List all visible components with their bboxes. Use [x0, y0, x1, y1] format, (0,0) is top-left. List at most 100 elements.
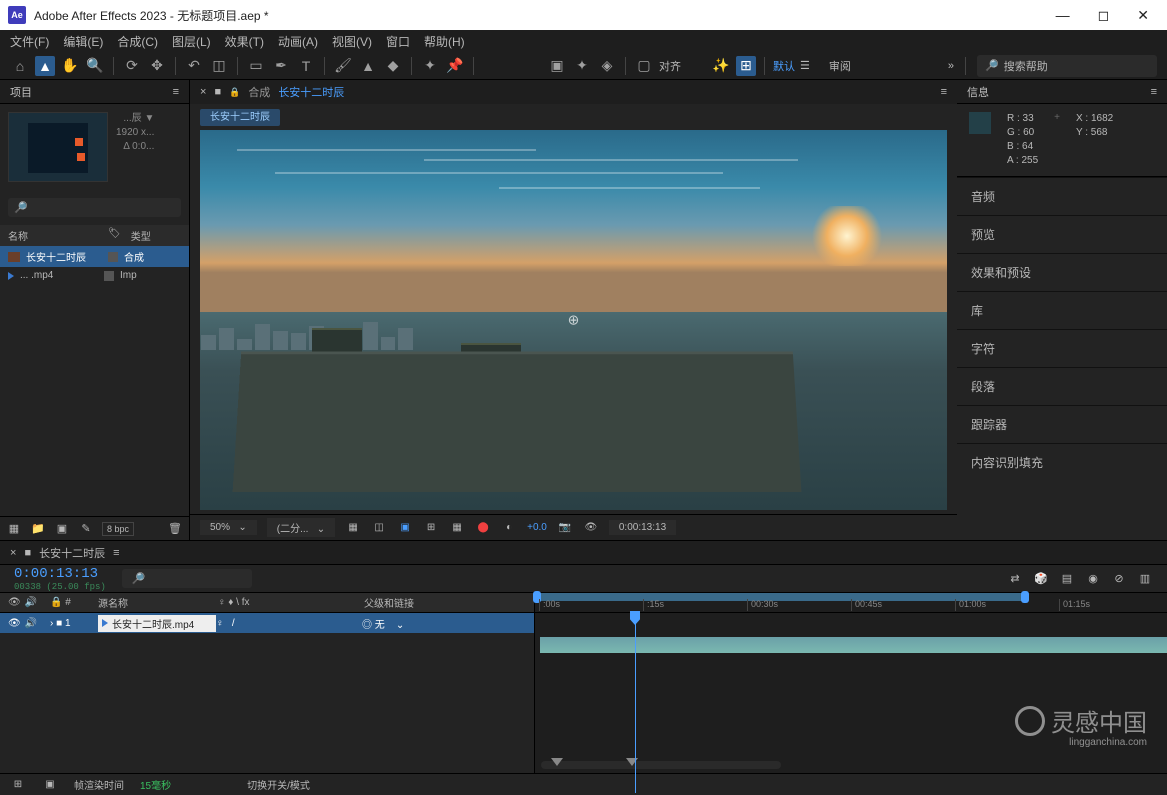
resolution-dropdown[interactable]: (二分... ⌄: [267, 518, 335, 537]
home-tool[interactable]: ⌂: [10, 56, 30, 76]
menu-animation[interactable]: 动画(A): [278, 33, 318, 50]
zoom-dropdown[interactable]: 50% ⌄: [200, 520, 257, 535]
open-comp-tab[interactable]: 长安十二时辰: [278, 84, 344, 100]
motion-blur-icon[interactable]: ⊘: [1111, 572, 1127, 585]
exposure-reset-icon[interactable]: ◐: [501, 522, 517, 533]
menu-view[interactable]: 视图(V): [332, 33, 372, 50]
project-item-comp[interactable]: 长安十二时辰 合成: [0, 246, 189, 267]
show-snapshot-icon[interactable]: 👁: [583, 522, 599, 533]
playhead[interactable]: [635, 613, 636, 793]
draft3d-icon[interactable]: 🎲: [1033, 572, 1049, 585]
shy-icon[interactable]: ▤: [1059, 572, 1075, 585]
timeline-tab[interactable]: 长安十二时辰: [39, 545, 105, 561]
zoom-tool[interactable]: 🔍: [85, 56, 105, 76]
region-icon[interactable]: ▣: [397, 522, 413, 533]
maximize-button[interactable]: ◻: [1098, 7, 1110, 24]
grid-icon[interactable]: ⊞: [423, 522, 439, 533]
switch-modes-button[interactable]: 切换开关/模式: [247, 777, 310, 792]
pan-behind-tool[interactable]: ✥: [147, 56, 167, 76]
timeline-tab-menu-icon[interactable]: ≡: [113, 547, 119, 559]
channel-icon[interactable]: ⬤: [475, 522, 491, 533]
new-comp-icon[interactable]: ▣: [54, 522, 70, 535]
menu-help[interactable]: 帮助(H): [424, 33, 465, 50]
workspace-menu-icon[interactable]: ☰: [800, 59, 810, 72]
menu-file[interactable]: 文件(F): [10, 33, 49, 50]
lock-column-icon[interactable]: 🔒: [50, 597, 62, 608]
new-folder-icon[interactable]: 📁: [30, 522, 46, 535]
hand-tool[interactable]: ✋: [60, 56, 80, 76]
snap-icon[interactable]: ✦: [572, 56, 592, 76]
workspace-default[interactable]: 默认: [773, 58, 795, 74]
comp-mini-flow-icon[interactable]: ⇄: [1007, 572, 1023, 585]
close-button[interactable]: ✕: [1137, 7, 1149, 24]
menu-effect[interactable]: 效果(T): [225, 33, 264, 50]
guides-icon[interactable]: ▦: [449, 522, 465, 533]
panel-libraries[interactable]: 库: [957, 291, 1167, 329]
menu-edit[interactable]: 编辑(E): [63, 33, 103, 50]
timecode-display[interactable]: 0:00:13:13: [14, 566, 106, 582]
toggle-switches-icon[interactable]: ⊞: [10, 779, 26, 790]
bpc-toggle[interactable]: 8 bpc: [102, 522, 134, 536]
mask-tool[interactable]: ◫: [209, 56, 229, 76]
type-tool[interactable]: T: [296, 56, 316, 76]
eraser-tool[interactable]: ◆: [383, 56, 403, 76]
timeline-zoom-slider[interactable]: [541, 761, 781, 769]
undo-icon[interactable]: ↶: [184, 56, 204, 76]
interpret-icon[interactable]: ▦: [6, 522, 22, 535]
roto-tool[interactable]: ✦: [420, 56, 440, 76]
lock-icon[interactable]: [229, 86, 240, 98]
panel-content-aware[interactable]: 内容识别填充: [957, 443, 1167, 481]
audio-column-icon[interactable]: 🔊: [25, 597, 37, 608]
close-comp-icon[interactable]: ×: [200, 86, 206, 98]
panel-effects-presets[interactable]: 效果和预设: [957, 253, 1167, 291]
color-settings-icon[interactable]: ✎: [78, 522, 94, 535]
workspace-overflow-icon[interactable]: »: [948, 60, 954, 72]
col-name[interactable]: 名称: [8, 228, 98, 243]
timeline-layer-row[interactable]: 🔊 › ■ 1 长安十二时辰.mp4 ♀ / ◎ 无 ⌄: [0, 613, 534, 633]
align-box-icon[interactable]: ▢: [634, 56, 654, 76]
search-help-input[interactable]: 🔎 搜索帮助: [977, 55, 1157, 77]
timeline-close-icon[interactable]: ×: [10, 547, 16, 559]
snapshot-icon[interactable]: 📷: [557, 522, 573, 533]
shape-overlay-icon[interactable]: ▣: [547, 56, 567, 76]
project-thumbnail[interactable]: [8, 112, 108, 182]
project-tab[interactable]: 项目: [10, 84, 32, 100]
orbit-tool[interactable]: ⟳: [122, 56, 142, 76]
composition-viewer[interactable]: ⊕: [200, 130, 947, 510]
frame-blend-icon[interactable]: ◉: [1085, 572, 1101, 585]
clone-tool[interactable]: ▲: [358, 56, 378, 76]
time-ruler[interactable]: :00s :15s 00:30s 00:45s 01:00s 01:15s: [535, 593, 1167, 613]
magic-icon[interactable]: ✨: [711, 56, 731, 76]
minimize-button[interactable]: —: [1056, 7, 1070, 24]
col-tag[interactable]: 🏷: [108, 228, 121, 243]
project-search-input[interactable]: 🔎: [8, 198, 181, 217]
pen-tool[interactable]: ✒: [271, 56, 291, 76]
brush-tool[interactable]: 🖌: [333, 56, 353, 76]
project-item-video[interactable]: ... .mp4 Imp: [0, 267, 189, 284]
puppet-tool[interactable]: 📌: [445, 56, 465, 76]
mask-toggle-icon[interactable]: ◫: [371, 522, 387, 533]
menu-window[interactable]: 窗口: [386, 33, 410, 50]
panel-audio[interactable]: 音频: [957, 177, 1167, 215]
eye-column-icon[interactable]: [8, 597, 21, 608]
workspace-review[interactable]: 审阅: [829, 58, 851, 74]
selection-tool[interactable]: ▲: [35, 56, 55, 76]
menu-layer[interactable]: 图层(L): [172, 33, 211, 50]
info-panel-tab[interactable]: 信息: [967, 84, 989, 100]
current-time-display[interactable]: 0:00:13:13: [609, 520, 676, 535]
col-source-name[interactable]: 源名称: [98, 595, 218, 610]
menu-composition[interactable]: 合成(C): [117, 33, 158, 50]
exposure-value[interactable]: +0.0: [527, 522, 547, 533]
comp-panel-menu-icon[interactable]: ≡: [941, 86, 947, 98]
comp-breadcrumb[interactable]: 长安十二时辰: [200, 109, 280, 126]
panel-paragraph[interactable]: 段落: [957, 367, 1167, 405]
panel-preview[interactable]: 预览: [957, 215, 1167, 253]
graph-editor-icon[interactable]: ▥: [1137, 572, 1153, 585]
panel-tracker[interactable]: 跟踪器: [957, 405, 1167, 443]
trash-icon[interactable]: 🗑: [167, 522, 183, 535]
col-switches[interactable]: ♀ ♦ \ fx: [218, 597, 364, 608]
snap-pixel-icon[interactable]: ⊞: [736, 56, 756, 76]
panel-character[interactable]: 字符: [957, 329, 1167, 367]
info-panel-menu-icon[interactable]: ≡: [1151, 86, 1157, 98]
timeline-search-input[interactable]: 🔎: [122, 569, 252, 588]
